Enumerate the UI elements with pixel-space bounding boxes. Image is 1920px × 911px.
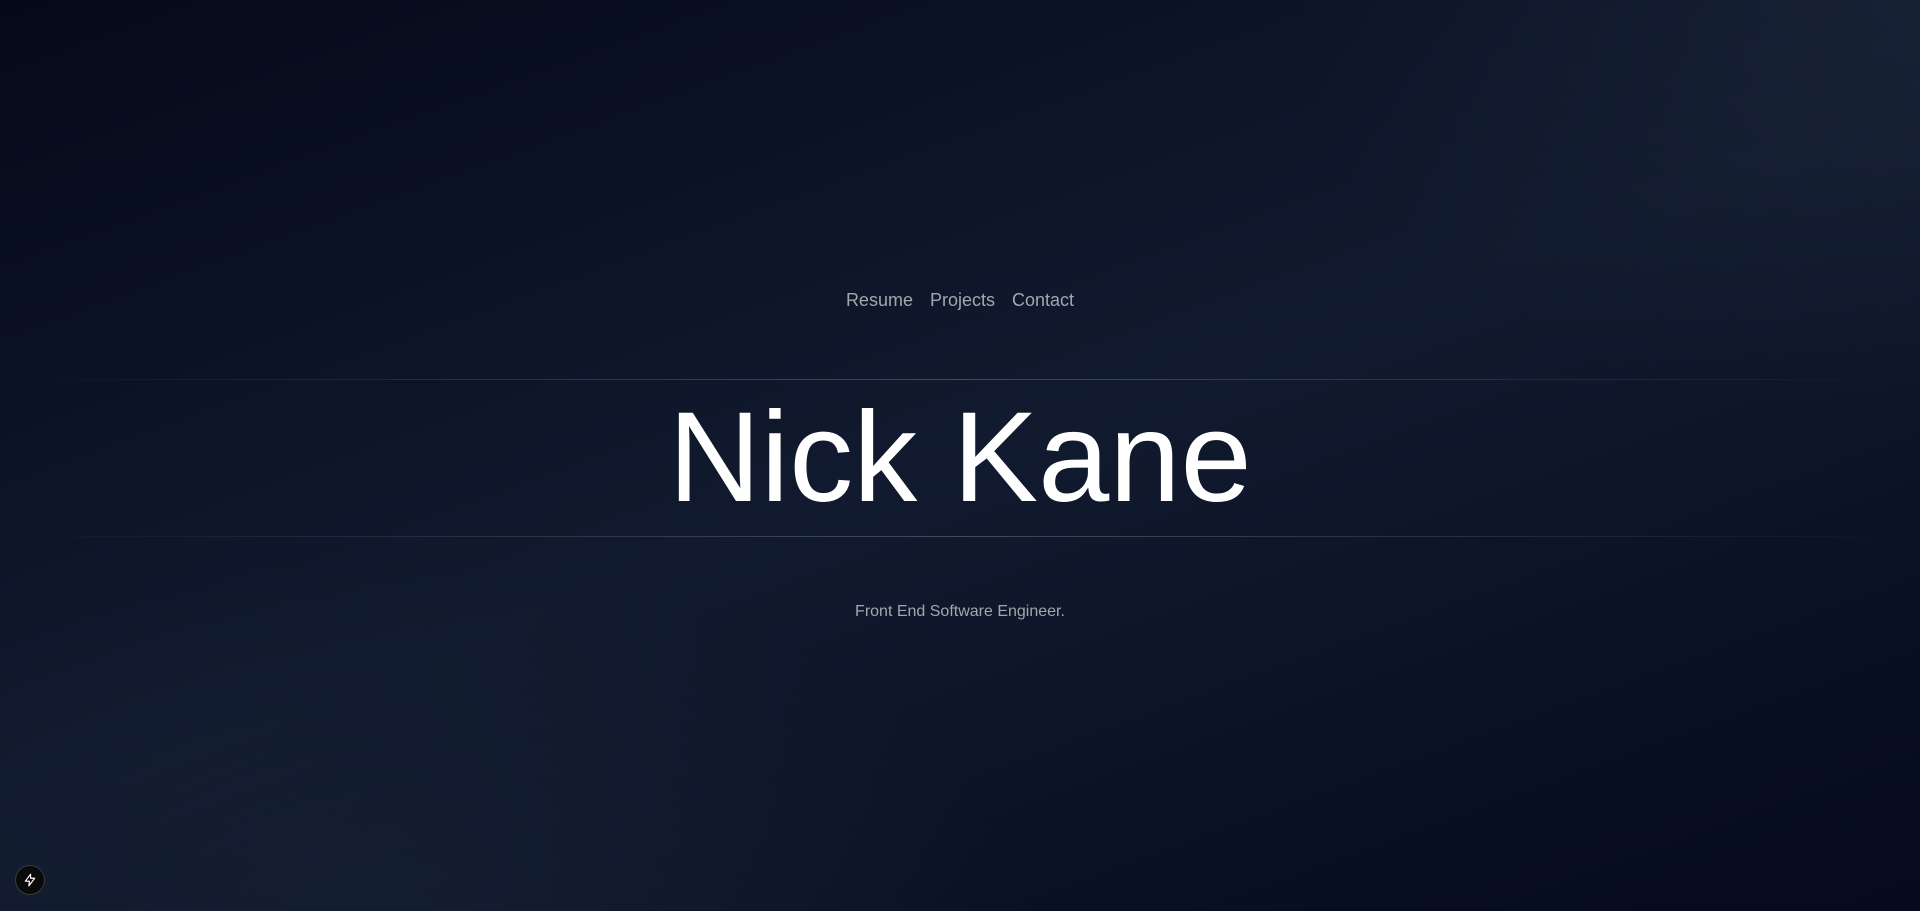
lightning-bolt-icon [23, 873, 37, 887]
nav-link-resume[interactable]: Resume [846, 286, 913, 314]
top-divider [0, 379, 1920, 380]
page-title: Nick Kane [668, 386, 1252, 529]
nav-link-contact[interactable]: Contact [1012, 286, 1074, 314]
main-nav: Resume Projects Contact [0, 286, 1920, 314]
bottom-divider [0, 536, 1920, 537]
dev-indicator-button[interactable] [15, 865, 45, 895]
nav-link-projects[interactable]: Projects [930, 286, 995, 314]
tagline: Front End Software Engineer. [855, 603, 1065, 620]
